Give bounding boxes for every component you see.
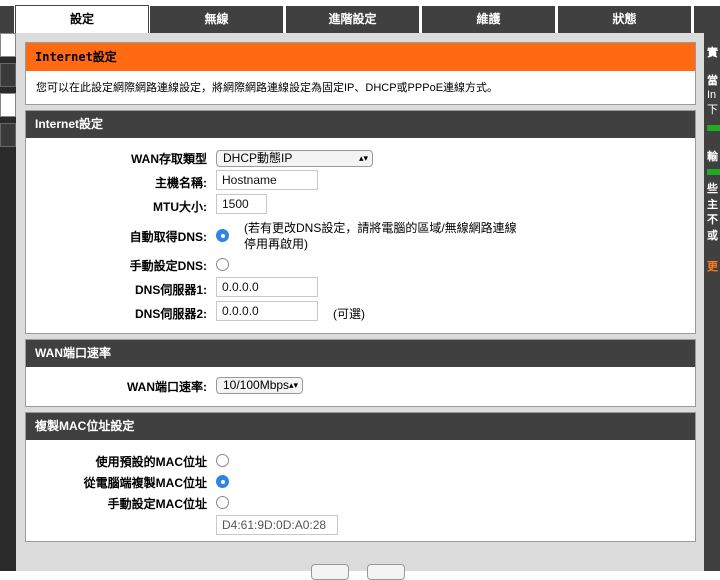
help-text: 下 [707, 104, 718, 116]
clone-pc-mac-label: 從電腦端複製MAC位址 [83, 476, 207, 490]
wan-type-select[interactable]: DHCP動態IP ▴▾ [216, 150, 373, 167]
left-menu-item[interactable] [0, 33, 16, 57]
save-button[interactable] [311, 564, 349, 580]
dns1-label: DNS伺服器1: [134, 283, 207, 297]
page-description: 您可以在此設定網際網路連線設定，將網際網路連線設定為固定IP、DHCP或PPPo… [36, 82, 499, 94]
intro-panel: Internet設定 您可以在此設定網際網路連線設定，將網際網路連線設定為固定I… [25, 42, 696, 105]
wan-speed-value: 10/100Mbps [223, 378, 290, 392]
section-header: WAN端口速率 [26, 340, 695, 367]
page-title: Internet設定 [26, 43, 695, 71]
help-text: 實 [707, 47, 718, 59]
tab-advanced[interactable]: 進階設定 [286, 6, 419, 33]
left-menu-item[interactable] [0, 63, 16, 87]
manual-mac-label: 手動設定MAC位址 [107, 497, 207, 511]
help-text: 當 [707, 75, 718, 87]
hostname-input[interactable]: Hostname [216, 170, 318, 190]
main-content: Internet設定 您可以在此設定網際網路連線設定，將網際網路連線設定為固定I… [16, 33, 704, 571]
default-mac-label: 使用預設的MAC位址 [95, 455, 207, 469]
mtu-label: MTU大小: [153, 200, 207, 214]
select-arrows-icon: ▴▾ [288, 380, 298, 390]
clone-pc-mac-radio[interactable] [216, 475, 229, 488]
left-menu-item[interactable] [0, 123, 16, 147]
manual-dns-radio[interactable] [216, 258, 229, 271]
left-menu-item-active[interactable] [0, 93, 16, 117]
tab-setup[interactable]: 設定 [15, 5, 149, 34]
help-more-link[interactable]: 更 [707, 261, 718, 274]
dns1-input[interactable]: 0.0.0.0 [216, 277, 318, 297]
help-text: 輸 [707, 151, 718, 163]
tab-wireless[interactable]: 無線 [150, 6, 283, 33]
tab-status[interactable]: 狀態 [558, 6, 691, 33]
auto-dns-radio[interactable] [216, 229, 229, 242]
wan-speed-label: WAN端口速率: [127, 380, 207, 394]
help-text: 些 [707, 183, 718, 195]
help-sidebar: 實 當 In 下 輸 些 主 不 或 更 [704, 33, 720, 571]
select-arrows-icon: ▴▾ [358, 153, 368, 163]
auto-dns-label: 自動取得DNS: [129, 230, 207, 244]
mac-address-input[interactable]: D4:61:9D:0D:A0:28 [216, 515, 338, 535]
tab-maintenance[interactable]: 維護 [422, 6, 555, 33]
help-text: 或 [707, 230, 718, 242]
wan-port-panel: WAN端口速率 WAN端口速率: 10/100Mbps ▴▾ [25, 339, 696, 407]
mtu-input[interactable]: 1500 [216, 194, 267, 214]
hostname-label: 主機名稱: [155, 176, 207, 190]
wan-type-value: DHCP動態IP [223, 151, 293, 165]
help-text: In [707, 89, 717, 101]
manual-mac-radio[interactable] [216, 496, 229, 509]
internet-settings-panel: Internet設定 WAN存取類型 DHCP動態IP ▴▾ 主機名稱: Hos… [25, 110, 696, 334]
help-text: 不 [707, 214, 718, 226]
dns2-optional-note: (可選) [333, 307, 365, 321]
top-tab-bar: 設定 無線 進階設定 維護 狀態 [0, 0, 720, 34]
auto-dns-note: 停用再啟用) [244, 237, 308, 251]
dns2-input[interactable]: 0.0.0.0 [216, 301, 318, 321]
help-text: 主 [707, 199, 718, 211]
mac-clone-panel: 複製MAC位址設定 使用預設的MAC位址 從電腦端複製MAC位址 手動設定MAC… [25, 412, 696, 542]
default-mac-radio[interactable] [216, 454, 229, 467]
dns2-label: DNS伺服器2: [134, 307, 207, 321]
section-header: 複製MAC位址設定 [26, 413, 695, 440]
tab-bar-edge [0, 6, 14, 33]
section-header: Internet設定 [26, 111, 695, 138]
wan-speed-select[interactable]: 10/100Mbps ▴▾ [216, 377, 303, 394]
tab-overflow [694, 6, 720, 33]
help-status-indicator [707, 125, 720, 131]
auto-dns-note: (若有更改DNS設定，請將電腦的區域/無線網路連線 [244, 221, 517, 235]
cancel-button[interactable] [367, 564, 405, 580]
help-status-indicator [707, 169, 720, 175]
wan-type-label: WAN存取類型 [131, 152, 207, 166]
left-menu-strip [0, 33, 16, 571]
manual-dns-label: 手動設定DNS: [129, 259, 207, 273]
